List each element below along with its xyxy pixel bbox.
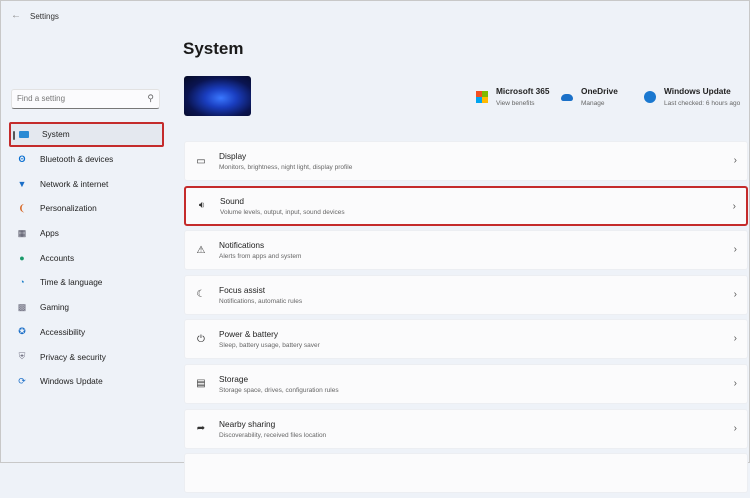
row-subtitle: Notifications, automatic rules bbox=[219, 297, 303, 305]
sidebar-item-label: Bluetooth & devices bbox=[40, 154, 114, 165]
row-notifications[interactable]: ⚠︎ Notifications Alerts from apps and syst… bbox=[184, 230, 748, 271]
settings-list: ▭ Display Monitors, brightness, night ligh… bbox=[184, 141, 748, 498]
sidebar-item-gaming[interactable]: ▩ Gaming bbox=[9, 295, 164, 320]
sidebar-item-label: Accessibility bbox=[40, 326, 86, 337]
row-title: Display bbox=[219, 151, 247, 161]
sidebar-nav: System ʘ Bluetooth & devices ▼ Network & i… bbox=[9, 122, 164, 394]
row-partial[interactable] bbox=[184, 453, 748, 494]
apps-icon: ▦ bbox=[17, 227, 27, 238]
sidebar-item-personalization[interactable]: ❨ Personalization bbox=[9, 196, 164, 221]
tile-subtitle: View benefits bbox=[496, 100, 535, 107]
tile-microsoft-365[interactable]: Microsoft 365 View benefits bbox=[476, 86, 549, 107]
search-input[interactable]: Find a setting ⚲ bbox=[11, 89, 160, 109]
monitor-icon: ▭ bbox=[196, 155, 206, 167]
moon-icon: ☾ bbox=[196, 289, 206, 301]
bell-icon: ⚠︎ bbox=[196, 244, 206, 256]
sidebar-item-apps[interactable]: ▦ Apps bbox=[9, 221, 164, 246]
sidebar-item-network[interactable]: ▼ Network & internet bbox=[9, 171, 164, 196]
chevron-right-icon: › bbox=[732, 200, 736, 212]
app-title: Settings bbox=[30, 12, 59, 21]
system-icon bbox=[19, 129, 29, 139]
row-subtitle: Storage space, drives, configuration rul… bbox=[219, 386, 339, 394]
tile-subtitle: Last checked: 6 hours ago bbox=[664, 100, 741, 107]
title-bar: ← Settings bbox=[1, 1, 749, 31]
update-icon: ⟳ bbox=[18, 375, 26, 386]
share-icon: ➦ bbox=[196, 423, 206, 435]
sidebar-item-privacy[interactable]: ⛨ Privacy & security bbox=[9, 344, 164, 369]
row-title: Focus assist bbox=[219, 284, 266, 295]
row-subtitle: Monitors, brightness, night light, displ… bbox=[219, 164, 353, 171]
sidebar-item-system[interactable]: System bbox=[9, 122, 164, 147]
cloud-icon bbox=[561, 94, 573, 101]
chevron-right-icon: › bbox=[733, 377, 737, 389]
tile-title: OneDrive bbox=[581, 86, 618, 96]
bluetooth-icon: ʘ bbox=[18, 154, 26, 165]
tile-title: Windows Update bbox=[664, 86, 731, 96]
microsoft-365-icon bbox=[476, 91, 488, 103]
sidebar-item-label: Time & language bbox=[40, 277, 103, 288]
sidebar-item-label: System bbox=[42, 129, 70, 140]
page-title: System bbox=[183, 39, 244, 58]
chevron-right-icon: › bbox=[733, 422, 737, 434]
back-arrow-icon[interactable]: ← bbox=[11, 10, 21, 21]
row-display[interactable]: ▭ Display Monitors, brightness, night ligh… bbox=[184, 141, 748, 181]
globe-icon: ◔ bbox=[19, 277, 25, 288]
row-focus-assist[interactable]: ☾ Focus assist Notifications, automatic ru… bbox=[184, 274, 748, 315]
row-subtitle: Sleep, battery usage, battery saver bbox=[219, 342, 320, 350]
row-storage[interactable]: ▤ Storage Storage space, drives, configura… bbox=[184, 363, 748, 404]
search-icon[interactable]: ⚲ bbox=[147, 93, 154, 104]
sidebar-item-bluetooth[interactable]: ʘ Bluetooth & devices bbox=[9, 147, 164, 172]
gamepad-icon: ▩ bbox=[17, 301, 27, 312]
sidebar-item-accessibility[interactable]: ✪ Accessibility bbox=[9, 320, 164, 345]
update-icon bbox=[644, 91, 656, 103]
row-sound[interactable]: 🔉︎ Sound Volume levels, output, input, sou… bbox=[184, 185, 748, 226]
shield-icon: ⛨ bbox=[18, 351, 26, 362]
tile-title: Microsoft 365 bbox=[496, 86, 550, 96]
row-title: Sound bbox=[220, 195, 244, 206]
sidebar-item-time-language[interactable]: ◔ Time & language bbox=[9, 270, 164, 295]
speaker-icon: 🔉︎ bbox=[198, 200, 206, 212]
brush-icon: ❨ bbox=[18, 202, 26, 213]
search-placeholder: Find a setting bbox=[17, 94, 66, 103]
wifi-icon: ▼ bbox=[17, 178, 27, 189]
sidebar-item-label: Windows Update bbox=[40, 376, 103, 387]
tile-windows-update[interactable]: Windows Update Last checked: 6 hours ago bbox=[644, 86, 740, 107]
row-title: Notifications bbox=[219, 240, 265, 251]
storage-icon: ▤ bbox=[196, 378, 206, 390]
sidebar-item-windows-update[interactable]: ⟳ Windows Update bbox=[9, 369, 164, 394]
chevron-right-icon: › bbox=[733, 244, 737, 256]
chevron-right-icon: › bbox=[733, 333, 737, 345]
person-icon: ● bbox=[19, 252, 25, 263]
row-title: Storage bbox=[219, 373, 249, 384]
power-icon: ⏻︎ bbox=[197, 333, 205, 345]
row-subtitle: Alerts from apps and system bbox=[219, 253, 302, 261]
row-subtitle: Discoverability, received files location bbox=[219, 431, 327, 439]
sidebar-item-label: Personalization bbox=[40, 203, 97, 214]
row-subtitle: Volume levels, output, input, sound devi… bbox=[220, 208, 345, 216]
row-nearby-sharing[interactable]: ➦ Nearby sharing Discoverability, received… bbox=[184, 408, 748, 449]
accessibility-icon: ✪ bbox=[18, 326, 26, 337]
tile-subtitle: Manage bbox=[581, 100, 605, 107]
sidebar-item-label: Apps bbox=[40, 228, 59, 239]
sidebar-item-label: Gaming bbox=[40, 302, 70, 313]
sidebar-item-accounts[interactable]: ● Accounts bbox=[9, 245, 164, 270]
chevron-right-icon: › bbox=[733, 288, 737, 300]
sidebar-item-label: Privacy & security bbox=[40, 351, 106, 362]
row-title: Nearby sharing bbox=[219, 418, 276, 429]
tile-onedrive[interactable]: OneDrive Manage bbox=[561, 86, 618, 107]
chevron-right-icon: › bbox=[733, 155, 737, 166]
sidebar-item-label: Network & internet bbox=[40, 178, 109, 189]
sidebar-item-label: Accounts bbox=[40, 252, 75, 263]
device-wallpaper-thumbnail bbox=[184, 76, 251, 116]
row-title: Power & battery bbox=[219, 329, 279, 340]
row-power-battery[interactable]: ⏻︎ Power & battery Sleep, battery usage, b… bbox=[184, 319, 748, 360]
